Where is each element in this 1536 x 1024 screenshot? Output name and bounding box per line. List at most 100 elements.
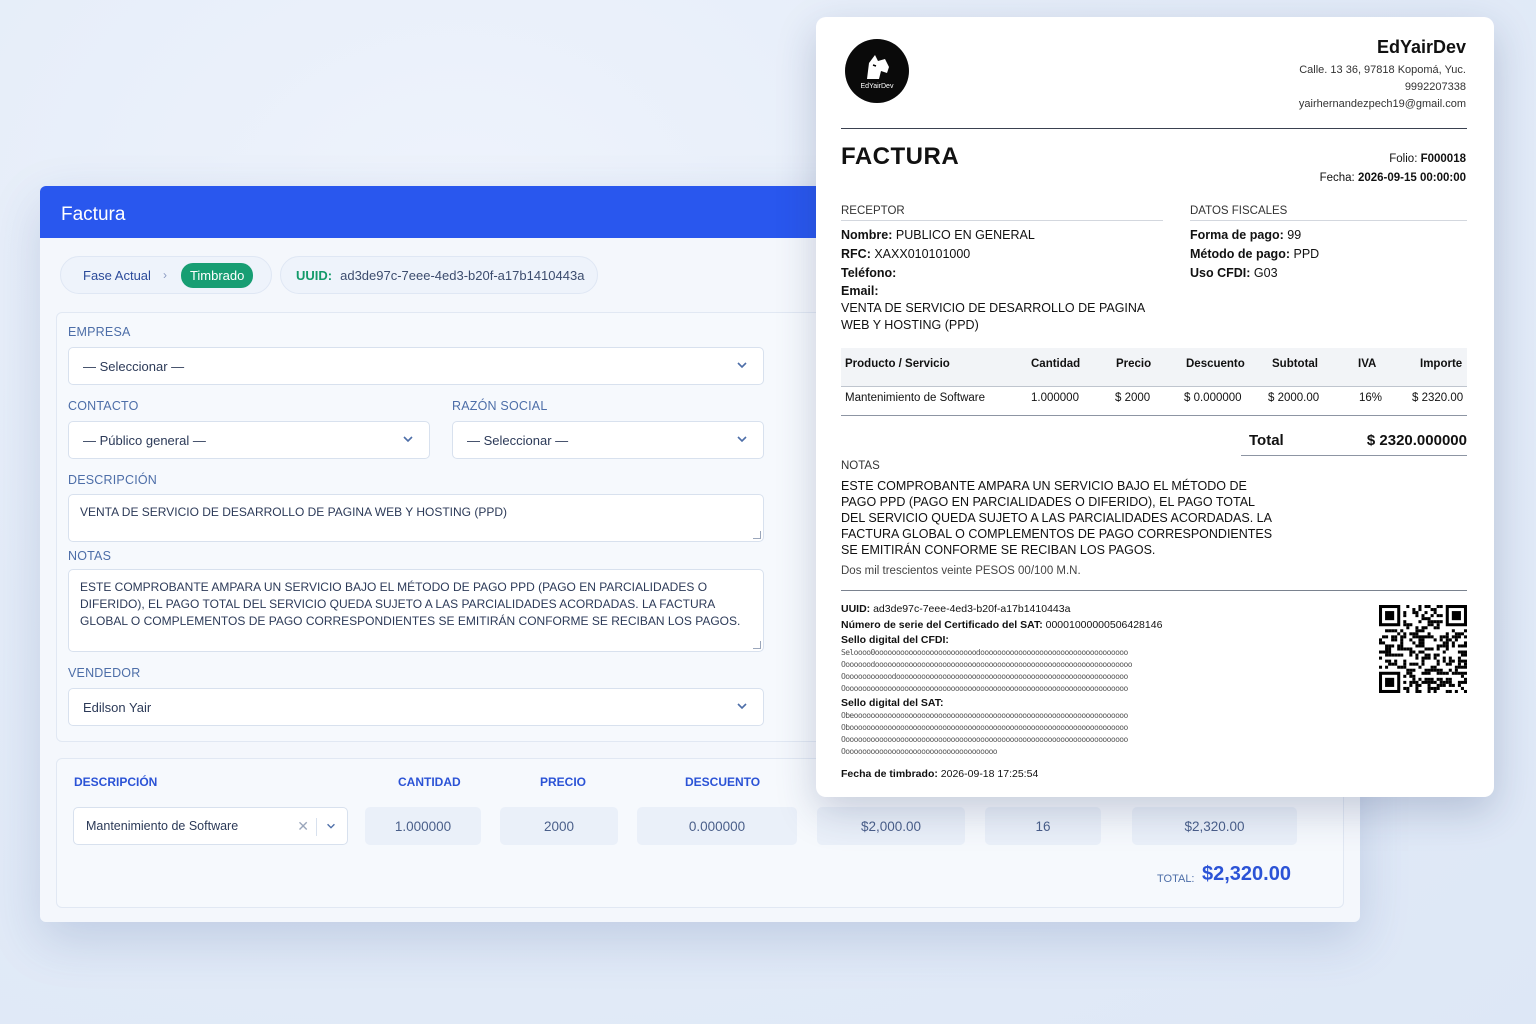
iva-value: 16 — [985, 807, 1101, 845]
contacto-label: CONTACTO — [68, 399, 139, 413]
th-producto: Producto / Servicio — [845, 358, 950, 370]
company-email: yairhernandezpech19@gmail.com — [1298, 98, 1466, 110]
notas-label: NOTAS — [68, 549, 112, 563]
empresa-value: — Seleccionar — — [83, 358, 185, 374]
td-iva: 16% — [1359, 392, 1383, 404]
divider — [841, 386, 1467, 387]
notas-textarea[interactable]: ESTE COMPROBANTE AMPARA UN SERVICIO BAJO… — [68, 569, 764, 652]
chevron-right-icon: › — [162, 268, 167, 282]
company-phone: 9992207338 — [1404, 81, 1466, 93]
status-badge: Timbrado — [180, 262, 254, 288]
th-descuento: Descuento — [1186, 358, 1245, 370]
invoice-total-value: $ 2320.000000 — [1366, 432, 1467, 449]
sat-uuid: UUID: ad3de97c-7eee-4ed3-b20f-a17b141044… — [841, 603, 1071, 615]
vendedor-value: Edilson Yair — [83, 699, 152, 715]
th-cantidad: Cantidad — [1031, 358, 1081, 370]
receptor-email: Email: — [841, 284, 879, 298]
divider — [316, 818, 317, 836]
folio-label: Folio: — [1389, 153, 1418, 165]
divider — [1241, 455, 1467, 456]
receptor-heading: RECEPTOR — [841, 205, 905, 217]
td-producto: Mantenimiento de Software — [845, 392, 985, 404]
fecha-value: 2026-09-15 00:00:00 — [1357, 172, 1466, 184]
phase-label: Fase Actual — [83, 267, 151, 283]
receptor-descripcion: VENTA DE SERVICIO DE DESARROLLO DE PAGIN… — [841, 301, 1145, 332]
subtotal-value: $2,000.00 — [817, 807, 965, 845]
chevron-down-icon — [737, 436, 747, 443]
cantidad-input[interactable]: 1.000000 — [365, 807, 481, 845]
th-iva: IVA — [1358, 358, 1377, 370]
receptor-rfc: RFC: XAXX010101000 — [841, 247, 971, 261]
td-subtotal: $ 2000.00 — [1268, 392, 1320, 404]
wolf-icon — [867, 55, 889, 79]
descripcion-value: VENTA DE SERVICIO DE DESARROLLO DE PAGIN… — [80, 505, 507, 519]
logo-text: EdYairDev — [860, 83, 894, 90]
forma-pago: Forma de pago: 99 — [1190, 228, 1302, 242]
invoice-total-label: Total — [1249, 432, 1284, 449]
invoice-notas: ESTE COMPROBANTE AMPARA UN SERVICIO BAJO… — [841, 479, 1273, 557]
precio-input[interactable]: 2000 — [500, 807, 618, 845]
contacto-select[interactable]: — Público general — — [68, 421, 430, 459]
uso-cfdi: Uso CFDI: G03 — [1190, 266, 1278, 280]
resize-grip-icon[interactable] — [753, 531, 761, 539]
td-descuento: $ 0.000000 — [1184, 392, 1242, 404]
sat-serie: Número de serie del Certificado del SAT:… — [841, 619, 1163, 631]
invoice-title: FACTURA — [841, 143, 960, 170]
sello-cfdi-label: Sello digital del CFDI: — [841, 634, 949, 646]
descripcion-textarea[interactable]: VENTA DE SERVICIO DE DESARROLLO DE PAGIN… — [68, 494, 764, 542]
th-subtotal: Subtotal — [1272, 358, 1318, 370]
receptor-nombre: Nombre: PUBLICO EN GENERAL — [841, 228, 1035, 242]
th-importe: Importe — [1420, 358, 1463, 370]
total-value: $2,320.00 — [1202, 863, 1291, 885]
notas-value: ESTE COMPROBANTE AMPARA UN SERVICIO BAJO… — [80, 580, 741, 628]
importe-letra: Dos mil trescientos veinte PESOS 00/100 … — [841, 565, 1081, 577]
descripcion-label: DESCRIPCIÓN — [68, 473, 158, 487]
contacto-value: — Público general — — [83, 432, 206, 448]
uuid-value: ad3de97c-7eee-4ed3-b20f-a17b1410443a — [340, 267, 585, 283]
product-select[interactable]: Mantenimiento de Software ✕ — [73, 807, 348, 845]
uuid-label: UUID: — [296, 267, 333, 283]
fecha-timbrado: Fecha de timbrado: 2026-09-18 17:25:54 — [841, 768, 1039, 780]
header-divider — [841, 128, 1467, 129]
vendedor-select[interactable]: Edilson Yair — [68, 688, 764, 726]
company-logo: EdYairDev — [845, 39, 909, 103]
sello-cfdi-value: Seloooo0oooooooooooooooooooooooodooooooo… — [841, 648, 1133, 693]
divider — [841, 220, 1163, 221]
total-label: TOTAL: — [1157, 873, 1195, 885]
importe-value: $2,320.00 — [1132, 807, 1297, 845]
invoice-preview: EdYairDev EdYairDev Calle. 13 36, 97818 … — [816, 17, 1494, 797]
descuento-input[interactable]: 0.000000 — [637, 807, 797, 845]
metodo-pago: Método de pago: PPD — [1190, 247, 1320, 261]
form-card: EMPRESA — Seleccionar — CONTACTO — Públi… — [56, 312, 826, 742]
qr-code-icon — [1379, 605, 1467, 693]
chevron-down-icon — [403, 436, 413, 443]
razon-social-select[interactable]: — Seleccionar — — [452, 421, 764, 459]
td-importe: $ 2320.00 — [1412, 392, 1464, 404]
fecha-label: Fecha: — [1319, 172, 1355, 184]
footer-divider — [841, 590, 1467, 591]
folio-value: F000018 — [1420, 153, 1466, 165]
razon-social-label: RAZÓN SOCIAL — [452, 399, 548, 413]
folio: Folio: F000018 — [1389, 153, 1466, 165]
phase-indicator: Fase Actual › Timbrado — [60, 256, 272, 294]
resize-grip-icon[interactable] — [753, 641, 761, 649]
clear-icon[interactable]: ✕ — [297, 818, 309, 835]
fiscales-heading: DATOS FISCALES — [1190, 205, 1288, 217]
divider — [1190, 220, 1467, 221]
col-header-descripcion: DESCRIPCIÓN — [74, 775, 158, 789]
razon-social-value: — Seleccionar — — [467, 432, 569, 448]
company-name: EdYairDev — [1376, 37, 1466, 57]
td-cantidad: 1.000000 — [1031, 392, 1079, 404]
col-header-cantidad: CANTIDAD — [398, 775, 461, 789]
td-precio: $ 2000 — [1115, 392, 1151, 404]
empresa-label: EMPRESA — [68, 325, 131, 339]
receptor-telefono: Teléfono: — [841, 266, 897, 280]
th-precio: Precio — [1116, 358, 1152, 370]
divider — [841, 415, 1467, 416]
col-header-descuento: DESCUENTO — [685, 775, 761, 789]
chevron-down-icon[interactable] — [325, 820, 337, 832]
notas-heading: NOTAS — [841, 460, 880, 472]
empresa-select[interactable]: — Seleccionar — — [68, 347, 764, 385]
sello-sat-label: Sello digital del SAT: — [841, 697, 944, 709]
product-value: Mantenimiento de Software — [86, 819, 239, 833]
